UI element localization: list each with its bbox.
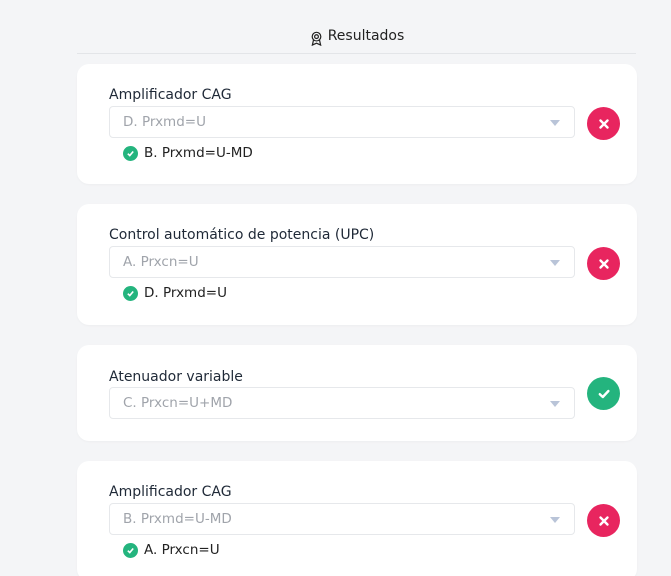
chevron-down-icon — [550, 120, 560, 126]
correct-answer-text: D. Prxmd=U — [144, 285, 227, 301]
results-header: Resultados — [77, 28, 636, 54]
chevron-down-icon — [550, 260, 560, 266]
answer-select[interactable]: A. Prxcn=U — [109, 246, 575, 278]
selected-value: D. Prxmd=U — [123, 114, 206, 130]
award-icon — [309, 28, 324, 50]
wrong-status-icon — [587, 247, 620, 280]
check-circle-icon — [123, 285, 138, 301]
answer-select[interactable]: D. Prxmd=U — [109, 106, 575, 138]
correct-answer-text: A. Prxcn=U — [144, 542, 220, 558]
check-circle-icon — [123, 542, 138, 558]
selected-value: A. Prxcn=U — [123, 254, 199, 270]
selected-value: C. Prxcn=U+MD — [123, 395, 233, 411]
result-card: Amplificador CAG D. Prxmd=U B. Prxmd=U-M… — [77, 64, 637, 184]
correct-answer: B. Prxmd=U-MD — [123, 145, 253, 161]
results-title: Resultados — [327, 28, 405, 44]
answer-select[interactable]: B. Prxmd=U-MD — [109, 503, 575, 535]
result-card: Control automático de potencia (UPC) A. … — [77, 204, 637, 325]
correct-status-icon — [587, 377, 620, 410]
question-label: Amplificador CAG — [109, 87, 232, 103]
question-label: Atenuador variable — [109, 369, 243, 385]
results-page: Resultados Amplificador CAG D. Prxmd=U B… — [0, 0, 671, 576]
check-circle-icon — [123, 145, 138, 161]
wrong-status-icon — [587, 107, 620, 140]
chevron-down-icon — [550, 517, 560, 523]
result-card: Amplificador CAG B. Prxmd=U-MD A. Prxcn=… — [77, 461, 637, 576]
wrong-status-icon — [587, 504, 620, 537]
correct-answer: A. Prxcn=U — [123, 542, 220, 558]
result-card: Atenuador variable C. Prxcn=U+MD — [77, 345, 637, 441]
correct-answer-text: B. Prxmd=U-MD — [144, 145, 253, 161]
chevron-down-icon — [550, 401, 560, 407]
answer-select[interactable]: C. Prxcn=U+MD — [109, 387, 575, 419]
correct-answer: D. Prxmd=U — [123, 285, 227, 301]
question-label: Amplificador CAG — [109, 484, 232, 500]
question-label: Control automático de potencia (UPC) — [109, 227, 375, 243]
selected-value: B. Prxmd=U-MD — [123, 511, 232, 527]
